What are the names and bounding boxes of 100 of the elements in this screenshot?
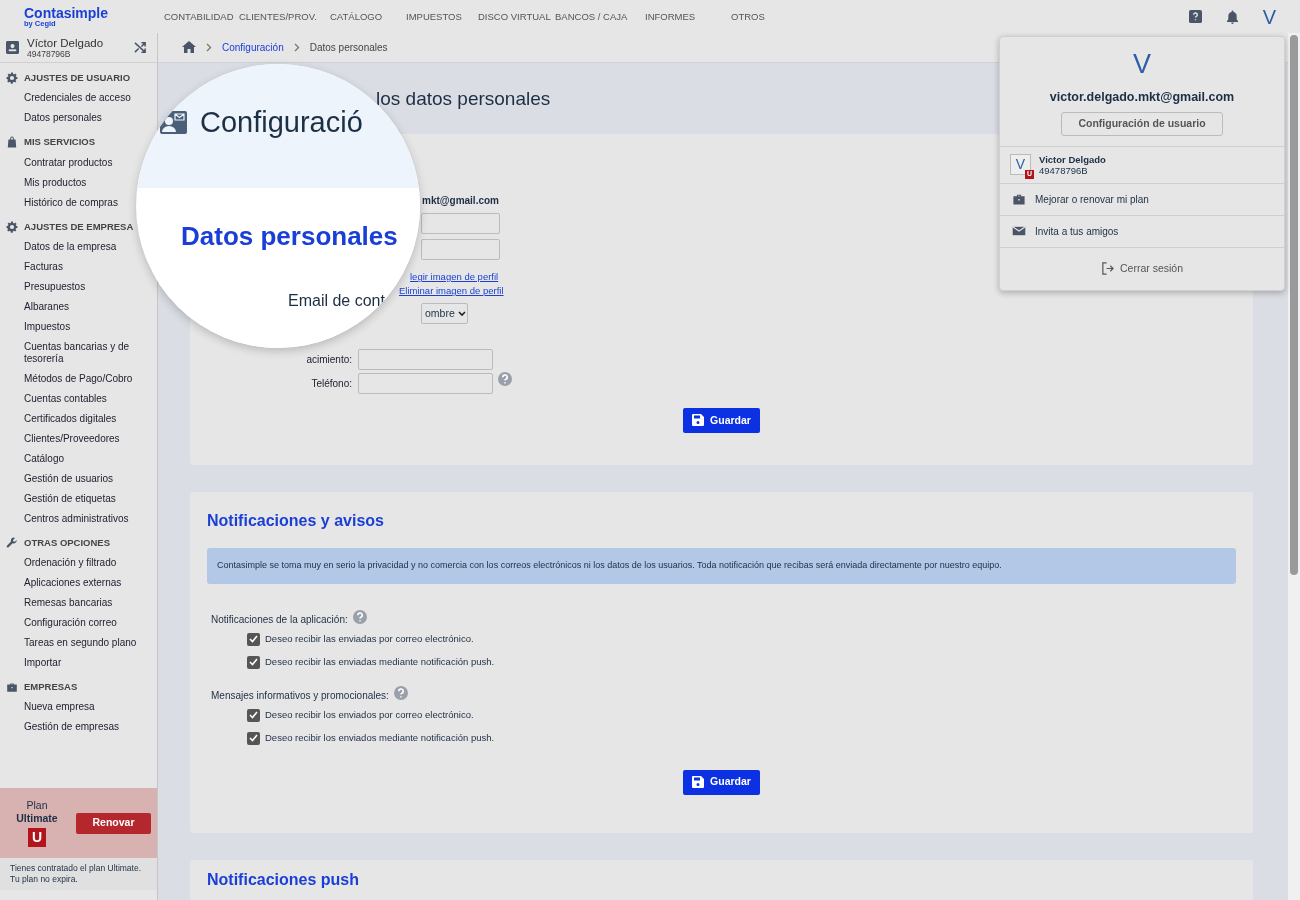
logout-button[interactable]: Cerrar sesión <box>1000 246 1284 290</box>
nav-menu-item[interactable]: CONTABILIDAD <box>164 9 234 24</box>
section-heading: AJUSTES DE EMPRESA <box>24 219 134 234</box>
account-name: Victor Delgado <box>1039 153 1106 165</box>
sidebar-item[interactable]: Cuentas contables <box>24 388 107 409</box>
avatar-letter: V <box>1133 49 1151 79</box>
sidebar-item[interactable]: Gestión de usuarios <box>24 468 113 489</box>
sidebar-item[interactable]: Importar <box>24 653 62 673</box>
email-value: mkt@gmail.com <box>422 194 499 209</box>
gear-icon <box>6 72 18 85</box>
plan-name: Ultimate <box>16 812 58 825</box>
config-title: Configuració <box>200 106 363 138</box>
sidebar-item[interactable]: Configuración correo <box>24 613 117 633</box>
nav-menu-item[interactable]: CATÁLOGO <box>330 9 383 24</box>
sidebar-item[interactable]: Gestión de etiquetas <box>24 488 116 509</box>
bell-icon[interactable] <box>1225 9 1239 24</box>
home-icon[interactable] <box>182 41 196 54</box>
gear-icon <box>6 220 18 233</box>
nav-menu-item[interactable]: IMPUESTOS <box>406 9 462 24</box>
choose-image-link[interactable]: legir imagen de perfil <box>410 270 499 285</box>
option-label: Deseo recibir los enviados mediante notificación push. <box>265 730 495 745</box>
sidebar-item[interactable]: Remesas bancarias <box>24 593 113 613</box>
sidebar-item[interactable]: Facturas <box>24 256 63 277</box>
user-id: 49478796B <box>27 48 71 59</box>
avatar-letter[interactable]: V <box>1262 1 1276 32</box>
sidebar-item[interactable]: Presupuestos <box>24 276 86 297</box>
account-id: 49478796B <box>1039 164 1088 176</box>
option-label: Deseo recibir las enviadas mediante notificación push. <box>265 654 495 669</box>
sidebar-item[interactable]: Histórico de compras <box>24 192 118 213</box>
checkbox[interactable] <box>247 731 260 745</box>
chevron-icon <box>293 42 300 52</box>
sidebar-item[interactable]: Gestión de empresas <box>24 717 120 738</box>
renew-button[interactable]: Renovar <box>76 812 151 834</box>
nav-menu-item[interactable]: DISCO VIRTUAL <box>478 9 551 24</box>
checkbox[interactable] <box>247 708 260 722</box>
sidebar-item[interactable]: Certificados digitales <box>24 408 117 429</box>
sidebar-item[interactable]: Credenciales de acceso <box>24 88 131 109</box>
sidebar-item[interactable]: Métodos de Pago/Cobro <box>24 368 133 389</box>
plan-badge: U <box>28 828 46 847</box>
nav-menu-item[interactable]: BANCOS / CAJA <box>555 9 628 24</box>
help-icon[interactable] <box>393 685 408 700</box>
breadcrumb-link[interactable]: Configuración <box>222 39 284 55</box>
user-settings-button[interactable]: Configuración de usuario <box>1061 111 1223 136</box>
date-input[interactable] <box>358 349 493 371</box>
envelope-icon <box>1012 224 1026 238</box>
section-title: Notificaciones push <box>207 870 361 891</box>
chevron-icon <box>206 42 212 52</box>
help-icon[interactable] <box>498 371 512 386</box>
option-label: Deseo recibir las enviadas por correo electrónico. <box>265 631 474 646</box>
plan-note: Tienes contratado el plan Ultimate. Tu plan no expira. <box>0 858 157 890</box>
sidebar-item[interactable]: Ordenación y filtrado <box>24 553 117 573</box>
scrollbar-thumb[interactable] <box>1290 35 1298 575</box>
logout-icon <box>1101 262 1114 275</box>
section-title: Datos personales <box>181 221 398 251</box>
menu-item[interactable]: Invita a tus amigos <box>1000 214 1284 247</box>
scrollbar[interactable] <box>1288 33 1300 900</box>
option-label: Deseo recibir los enviados por correo electrónico. <box>265 707 474 722</box>
text-input[interactable] <box>421 239 500 261</box>
phone-input[interactable] <box>358 373 493 395</box>
help-icon[interactable] <box>1188 10 1202 23</box>
logo-text[interactable]: Contasimple <box>24 5 164 20</box>
sidebar-item[interactable]: Cuentas bancarias y de tesorería <box>24 336 157 369</box>
remove-image-link[interactable]: Eliminar imagen de perfil <box>399 284 504 299</box>
sidebar-item[interactable]: Clientes/Proveedores <box>24 428 120 449</box>
sidebar-item[interactable]: Nueva empresa <box>24 697 95 718</box>
sidebar-item[interactable]: Centros administrativos <box>24 508 129 529</box>
nav-menu-item[interactable]: OTROS <box>731 9 765 24</box>
nav-menu-item[interactable]: CLIENTES/PROV. <box>239 9 317 24</box>
save-button[interactable]: Guardar <box>683 407 760 433</box>
shuffle-icon[interactable] <box>134 41 147 54</box>
menu-item[interactable]: Mejorar o renovar mi plan <box>1000 182 1284 215</box>
user-email: victor.delgado.mkt@gmail.com <box>1049 89 1235 106</box>
sidebar-item[interactable]: Mis productos <box>24 172 87 193</box>
section-heading: EMPRESAS <box>24 680 78 694</box>
sidebar-item[interactable]: Aplicaciones externas <box>24 573 122 593</box>
save-button[interactable]: Guardar <box>683 769 760 795</box>
gender-select[interactable]: ombre <box>421 303 468 325</box>
section-heading: AJUSTES DE USUARIO <box>24 71 131 85</box>
breadcrumb-current: Datos personales <box>309 40 388 55</box>
sidebar-item[interactable]: Albaranes <box>24 296 70 317</box>
section-heading: MIS SERVICIOS <box>24 135 96 150</box>
nav-menu-item[interactable]: INFORMES <box>645 9 696 24</box>
sidebar-item[interactable]: Contratar productos <box>24 152 113 173</box>
checkbox[interactable] <box>247 655 260 669</box>
bag-icon <box>6 136 18 149</box>
sidebar-item[interactable]: Impuestos <box>24 316 71 337</box>
sidebar-item[interactable]: Tareas en segundo plano <box>24 633 137 653</box>
user-name: Víctor Delgado <box>27 36 104 49</box>
contact-card-icon <box>6 41 19 54</box>
sidebar-item[interactable]: Datos personales <box>24 108 102 129</box>
sidebar-item[interactable]: Datos de la empresa <box>24 236 117 257</box>
text-input[interactable] <box>421 212 500 234</box>
section-title: Notificaciones y avisos <box>207 511 385 532</box>
sidebar-item[interactable]: Catálogo <box>24 448 65 469</box>
wrench-icon <box>6 536 18 549</box>
section-heading: OTRAS OPCIONES <box>24 535 111 550</box>
checkbox[interactable] <box>247 632 260 646</box>
field-label: Teléfono: <box>311 378 352 390</box>
help-icon[interactable] <box>352 609 367 624</box>
briefcase-icon <box>6 681 18 694</box>
